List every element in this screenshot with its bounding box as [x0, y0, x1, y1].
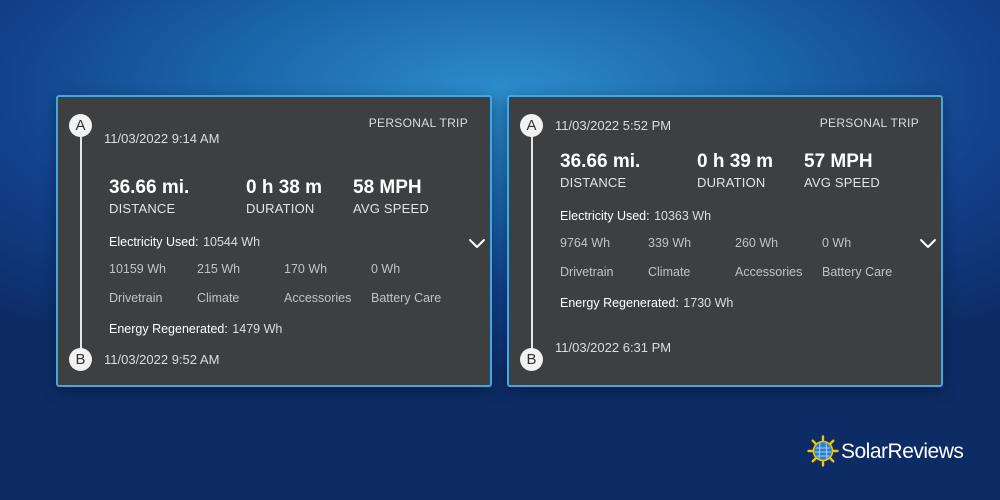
chevron-down-icon[interactable]	[919, 237, 937, 249]
battery-care-value: 0 Wh	[822, 236, 852, 250]
route-line	[531, 134, 533, 352]
duration-value: 0 h 39 m	[697, 151, 774, 172]
climate-label: Climate	[648, 265, 691, 279]
start-time: 11/03/2022 5:52 PM	[555, 118, 672, 133]
electricity-used-label: Electricity Used:	[560, 209, 650, 223]
electricity-used: Electricity Used: 10544 Wh	[109, 233, 260, 251]
energy-regenerated-label: Energy Regenerated:	[109, 322, 228, 336]
trip-type-label: PERSONAL TRIP	[368, 116, 468, 130]
climate-label: Climate	[197, 291, 240, 305]
start-time: 11/03/2022 9:14 AM	[104, 131, 220, 146]
battery-care-label: Battery Care	[822, 265, 893, 279]
avg-speed-label: AVG SPEED	[804, 175, 880, 190]
avg-speed-value: 58 MPH	[353, 177, 422, 198]
duration-label: DURATION	[697, 175, 766, 190]
distance-value: 36.66 mi.	[560, 151, 641, 172]
duration-label: DURATION	[246, 201, 315, 216]
end-marker: B	[69, 348, 92, 371]
trip-card[interactable]: A B 11/03/2022 5:52 PM 11/03/2022 6:31 P…	[507, 95, 943, 387]
drivetrain-label: Drivetrain	[560, 265, 614, 279]
end-time: 11/03/2022 6:31 PM	[555, 340, 672, 355]
accessories-value: 260 Wh	[735, 236, 779, 250]
duration-value: 0 h 38 m	[246, 177, 323, 198]
distance-label: DISTANCE	[109, 201, 176, 216]
accessories-value: 170 Wh	[284, 262, 328, 276]
energy-regenerated-value: 1730 Wh	[683, 296, 734, 310]
distance-label: DISTANCE	[560, 175, 627, 190]
trip-card[interactable]: A B 11/03/2022 9:14 AM 11/03/2022 9:52 A…	[56, 95, 492, 387]
route-line	[80, 134, 82, 352]
accessories-label: Accessories	[735, 265, 803, 279]
drivetrain-value: 10159 Wh	[109, 262, 166, 276]
energy-regenerated: Energy Regenerated: 1730 Wh	[560, 294, 733, 312]
drivetrain-label: Drivetrain	[109, 291, 163, 305]
trip-type-label: PERSONAL TRIP	[819, 116, 919, 130]
end-marker: B	[520, 348, 543, 371]
logo-text: SolarReviews	[841, 440, 964, 463]
start-marker: A	[520, 114, 543, 137]
distance-value: 36.66 mi.	[109, 177, 190, 198]
sun-icon	[807, 435, 839, 467]
drivetrain-value: 9764 Wh	[560, 236, 611, 250]
accessories-label: Accessories	[284, 291, 352, 305]
chevron-down-icon[interactable]	[468, 237, 486, 249]
start-marker: A	[69, 114, 92, 137]
energy-regenerated: Energy Regenerated: 1479 Wh	[109, 320, 282, 338]
climate-value: 339 Wh	[648, 236, 692, 250]
electricity-used-value: 10544 Wh	[203, 235, 261, 249]
solarreviews-logo: SolarReviews	[807, 434, 967, 470]
electricity-used-label: Electricity Used:	[109, 235, 199, 249]
electricity-used-value: 10363 Wh	[654, 209, 712, 223]
energy-regenerated-label: Energy Regenerated:	[560, 296, 679, 310]
end-time: 11/03/2022 9:52 AM	[104, 352, 220, 367]
battery-care-value: 0 Wh	[371, 262, 401, 276]
energy-regenerated-value: 1479 Wh	[232, 322, 283, 336]
climate-value: 215 Wh	[197, 262, 241, 276]
avg-speed-label: AVG SPEED	[353, 201, 429, 216]
avg-speed-value: 57 MPH	[804, 151, 873, 172]
electricity-used: Electricity Used: 10363 Wh	[560, 207, 711, 225]
battery-care-label: Battery Care	[371, 291, 442, 305]
